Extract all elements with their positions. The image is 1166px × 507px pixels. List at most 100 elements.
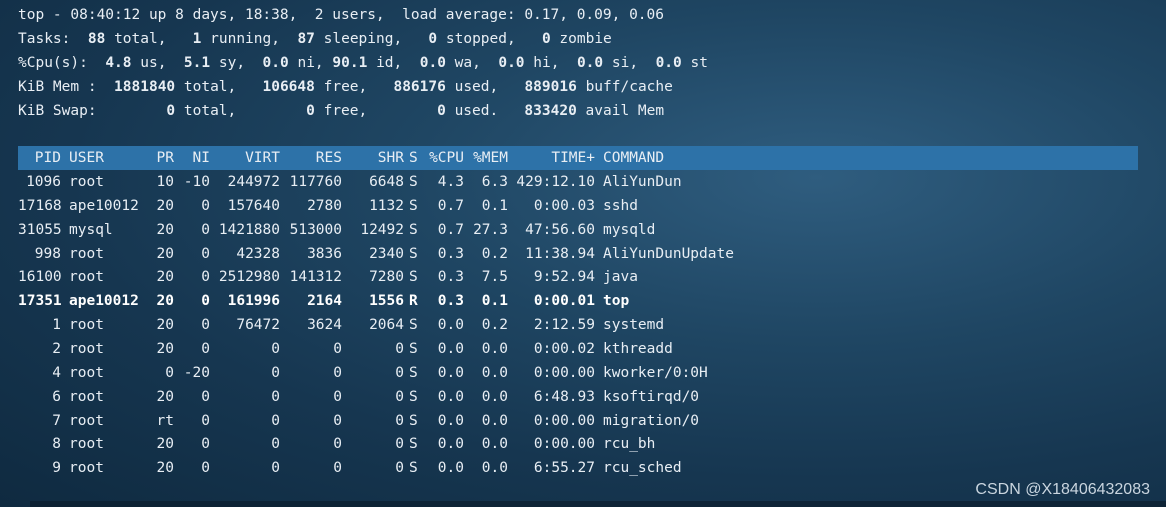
cell-shr: 2064: [369, 317, 404, 334]
cpu-ni-label: ni,: [297, 55, 324, 71]
tasks-stopped: 0: [428, 31, 438, 47]
cell-mem: 0.2: [481, 245, 508, 262]
cell-virt: 76472: [236, 317, 280, 334]
swap-used: 0: [437, 103, 446, 119]
bottom-edge: [30, 501, 1166, 507]
cell-s: S: [409, 317, 418, 334]
cell-s: S: [409, 436, 418, 453]
column-header-mem: %MEM: [473, 150, 508, 166]
cell-s: S: [409, 245, 418, 262]
cell-user: root: [69, 460, 104, 477]
cell-command: java: [603, 269, 638, 286]
cell-res: 0: [333, 364, 342, 381]
cell-shr: 0: [395, 364, 404, 381]
cell-res: 0: [333, 388, 342, 405]
column-header-command: COMMAND: [603, 150, 665, 166]
cell-ni: 0: [201, 436, 210, 453]
cpu-hi-label: hi,: [533, 55, 560, 71]
cell-user: root: [69, 412, 104, 429]
cell-shr: 0: [395, 460, 404, 477]
cell-pr: 20: [156, 197, 174, 214]
swap-used-label: used.: [454, 103, 499, 119]
cell-user: mysql: [69, 221, 113, 238]
cell-ni: 0: [201, 412, 210, 429]
cell-s: S: [409, 412, 418, 429]
cpu-wa-label: wa,: [454, 55, 481, 71]
cell-time: 6:55.27: [533, 460, 595, 477]
cell-user: root: [69, 174, 104, 190]
tasks-sleeping-label: sleeping,: [323, 31, 403, 47]
mem-buff: 889016: [524, 79, 577, 95]
tasks-zombie-label: zombie: [559, 31, 612, 47]
cell-command: top: [603, 293, 630, 310]
tasks-line: Tasks: 88 total, 1 running, 87 sleeping,…: [18, 27, 612, 51]
uptime-line: top - 08:40:12 up 8 days, 18:38, 2 users…: [18, 7, 665, 23]
swap-total: 0: [166, 103, 176, 119]
swap-label: KiB Swap:: [18, 103, 97, 119]
cell-virt: 1421880: [218, 221, 280, 238]
cell-shr: 0: [395, 388, 404, 405]
cell-res: 0: [333, 460, 342, 477]
cell-res: 2164: [307, 293, 342, 310]
cell-command: mysqld: [603, 221, 656, 238]
cpu-ni: 0.0: [262, 55, 289, 71]
cell-shr: 0: [395, 412, 404, 429]
cell-pid: 4: [52, 364, 61, 381]
cell-pid: 998: [34, 245, 61, 262]
cell-virt: 0: [271, 340, 280, 357]
cell-cpu: 0.0: [437, 340, 464, 357]
cell-shr: 1556: [369, 293, 404, 310]
cell-ni: 0: [201, 317, 210, 334]
cell-ni: 0: [201, 197, 210, 214]
cell-command: sshd: [603, 197, 638, 214]
swap-total-label: total,: [183, 103, 237, 119]
cell-res: 2780: [307, 197, 342, 214]
cell-cpu: 0.3: [437, 269, 464, 286]
cell-cpu: 0.0: [437, 460, 464, 477]
cell-virt: 161996: [227, 293, 280, 310]
cell-user: root: [69, 364, 104, 381]
cell-pr: rt: [156, 412, 174, 429]
cell-shr: 1132: [369, 197, 404, 214]
cell-mem: 0.0: [481, 364, 508, 381]
cell-time: 0:00.02: [533, 340, 595, 357]
cell-shr: 2340: [369, 245, 404, 262]
cell-pid: 16100: [18, 269, 62, 286]
cell-pid: 8: [52, 436, 61, 453]
watermark: CSDN @X18406432083: [975, 481, 1150, 498]
cell-ni: 0: [201, 388, 210, 405]
cell-shr: 0: [395, 436, 404, 453]
cell-time: 11:38.94: [525, 245, 595, 262]
cell-pr: 20: [156, 221, 174, 238]
cell-res: 0: [333, 436, 342, 453]
swap-avail-label: avail Mem: [585, 103, 665, 119]
cell-cpu: 0.0: [437, 388, 464, 405]
cell-cpu: 0.0: [437, 317, 464, 334]
mem-buff-label: buff/cache: [585, 79, 673, 95]
cell-pr: 20: [156, 340, 174, 357]
cell-mem: 0.0: [481, 436, 508, 453]
cpu-si-label: si,: [611, 55, 639, 71]
cell-time: 6:48.93: [533, 388, 595, 405]
cell-shr: 12492: [360, 221, 404, 238]
mem-label: KiB Mem :: [18, 79, 97, 95]
cell-cpu: 0.7: [437, 221, 464, 238]
column-header-pid: PID: [34, 150, 61, 166]
terminal-window[interactable]: top - 08:40:12 up 8 days, 18:38, 2 users…: [0, 0, 1166, 507]
mem-free-label: free,: [323, 79, 368, 95]
cell-ni: 0: [201, 460, 210, 477]
column-header-shr: SHR: [377, 150, 404, 166]
cell-ni: 0: [201, 245, 210, 262]
cell-mem: 0.0: [481, 340, 508, 357]
mem-used-label: used,: [454, 79, 499, 95]
cpu-st: 0.0: [655, 55, 682, 71]
cell-command: rcu_bh: [603, 436, 656, 453]
cpu-sy-label: sy,: [218, 55, 246, 71]
cell-user: ape10012: [69, 197, 139, 214]
cpu-id-label: id,: [376, 55, 403, 71]
cell-mem: 27.3: [473, 221, 508, 238]
cell-pr: 20: [156, 460, 174, 477]
column-header-virt: VIRT: [245, 150, 280, 166]
cell-command: kworker/0:0H: [603, 364, 708, 381]
cell-res: 3624: [307, 317, 342, 334]
